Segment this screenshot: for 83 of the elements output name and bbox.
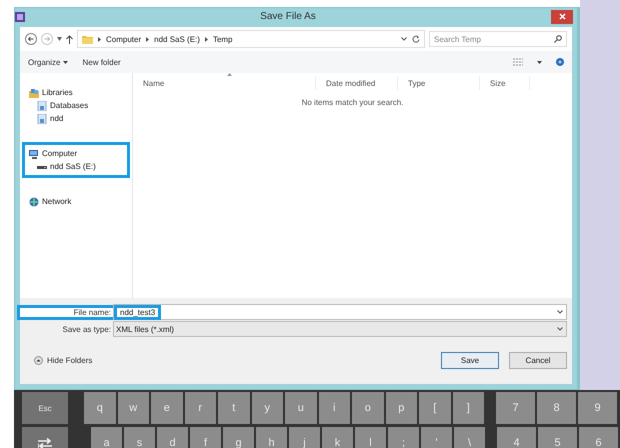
network-icon (29, 196, 39, 206)
close-icon (558, 13, 566, 20)
field-label: File name: (20, 308, 113, 316)
close-button[interactable] (551, 10, 573, 24)
address-bar[interactable]: Computer ndd SaS (E:) Temp (77, 30, 425, 48)
window-title: Save File As (259, 11, 317, 22)
keyboard-key[interactable]: g (223, 427, 254, 448)
keyboard-key[interactable]: ' (421, 427, 452, 448)
keyboard-key[interactable]: j (289, 427, 320, 448)
file-type-dropdown[interactable]: XML files (*.xml) (113, 321, 567, 337)
keyboard-key[interactable]: e (151, 392, 182, 424)
document-icon (37, 100, 47, 110)
keyboard-key[interactable]: q (84, 392, 116, 424)
keyboard-key[interactable]: s (124, 427, 155, 448)
keyboard-key[interactable]: p (386, 392, 417, 424)
breadcrumb[interactable]: Computer (106, 34, 142, 44)
keyboard-key[interactable]: 9 (578, 392, 617, 424)
back-icon[interactable] (25, 33, 37, 45)
new-folder-button[interactable]: New folder (82, 58, 121, 66)
organize-button[interactable]: Organize (28, 58, 68, 66)
app-icon (15, 12, 25, 22)
column-header[interactable]: Size (480, 76, 530, 90)
folder-icon (82, 34, 93, 44)
dropdown-icon[interactable] (57, 37, 62, 41)
keyboard-key[interactable]: k (322, 427, 353, 448)
nav-item[interactable]: Network (25, 195, 127, 208)
nav-item[interactable]: Computer (25, 147, 127, 160)
keyboard-key[interactable]: ; (388, 427, 419, 448)
chevron-icon (98, 36, 101, 42)
keyboard-key[interactable]: i (318, 392, 350, 424)
nav-item[interactable]: ndd SaS (E:) (25, 160, 127, 173)
keyboard-key[interactable]: d (157, 427, 188, 448)
tab-arrows-icon (38, 438, 52, 448)
column-header[interactable]: Date modified (316, 76, 398, 90)
chevron-icon (146, 36, 150, 42)
nav-item[interactable]: Databases (25, 99, 127, 112)
escape-key[interactable]: Esc (22, 392, 68, 424)
field-label: Save as type: (62, 324, 112, 334)
libraries-icon (29, 88, 39, 98)
breadcrumb[interactable]: Temp (212, 34, 232, 44)
caret-icon[interactable] (537, 60, 542, 64)
keyboard-key[interactable]: a (91, 427, 122, 448)
hide-folders-button[interactable]: Hide Folders (34, 356, 92, 365)
keyboard-key[interactable]: f (190, 427, 221, 448)
keyboard-key[interactable]: y (252, 392, 283, 424)
keyboard-key[interactable]: t (218, 392, 250, 424)
keyboard-key[interactable]: h (256, 427, 287, 448)
search-field[interactable]: Search Temp (429, 31, 567, 47)
breadcrumb[interactable]: ndd SaS (E:) (154, 34, 200, 44)
search-icon (554, 35, 562, 43)
column-header[interactable]: Name (133, 76, 316, 90)
keyboard-key[interactable]: u (285, 392, 316, 424)
keyboard-key[interactable]: r (184, 392, 216, 424)
view-options-icon[interactable] (513, 58, 523, 66)
computer-icon (29, 148, 39, 158)
refresh-icon[interactable] (412, 35, 420, 43)
dialog-button[interactable]: Cancel (509, 352, 567, 369)
dropdown-icon (557, 310, 563, 314)
dropdown-icon (557, 327, 563, 331)
keyboard-key[interactable]: ] (452, 392, 484, 424)
keyboard-key[interactable]: [ (419, 392, 450, 424)
up-arrow-icon[interactable] (66, 34, 73, 44)
keyboard-key[interactable]: 4 (497, 427, 536, 448)
file-name-field[interactable]: ndd_test3 (113, 304, 567, 320)
keyboard-key[interactable]: 8 (537, 392, 576, 424)
nav-item[interactable]: ndd (25, 112, 127, 125)
keyboard-key[interactable]: \ (454, 427, 485, 448)
keyboard-key[interactable]: 6 (579, 427, 618, 448)
nav-item[interactable]: Libraries (25, 86, 127, 99)
keyboard-key[interactable]: 5 (538, 427, 577, 448)
keyboard-key[interactable]: l (355, 427, 386, 448)
empty-message: No items match your search. (300, 98, 404, 107)
collapse-icon (34, 356, 43, 365)
help-icon[interactable] (556, 58, 564, 66)
keyboard-key[interactable]: o (352, 392, 384, 424)
document-icon (37, 114, 47, 124)
keyboard-key[interactable]: w (118, 392, 149, 424)
caret-icon (63, 60, 68, 64)
dropdown-icon[interactable] (401, 37, 407, 41)
dialog-button[interactable]: Save (441, 352, 499, 369)
keyboard-key[interactable]: 7 (496, 392, 535, 424)
chevron-icon (204, 36, 208, 42)
column-header[interactable]: Type (398, 76, 480, 90)
